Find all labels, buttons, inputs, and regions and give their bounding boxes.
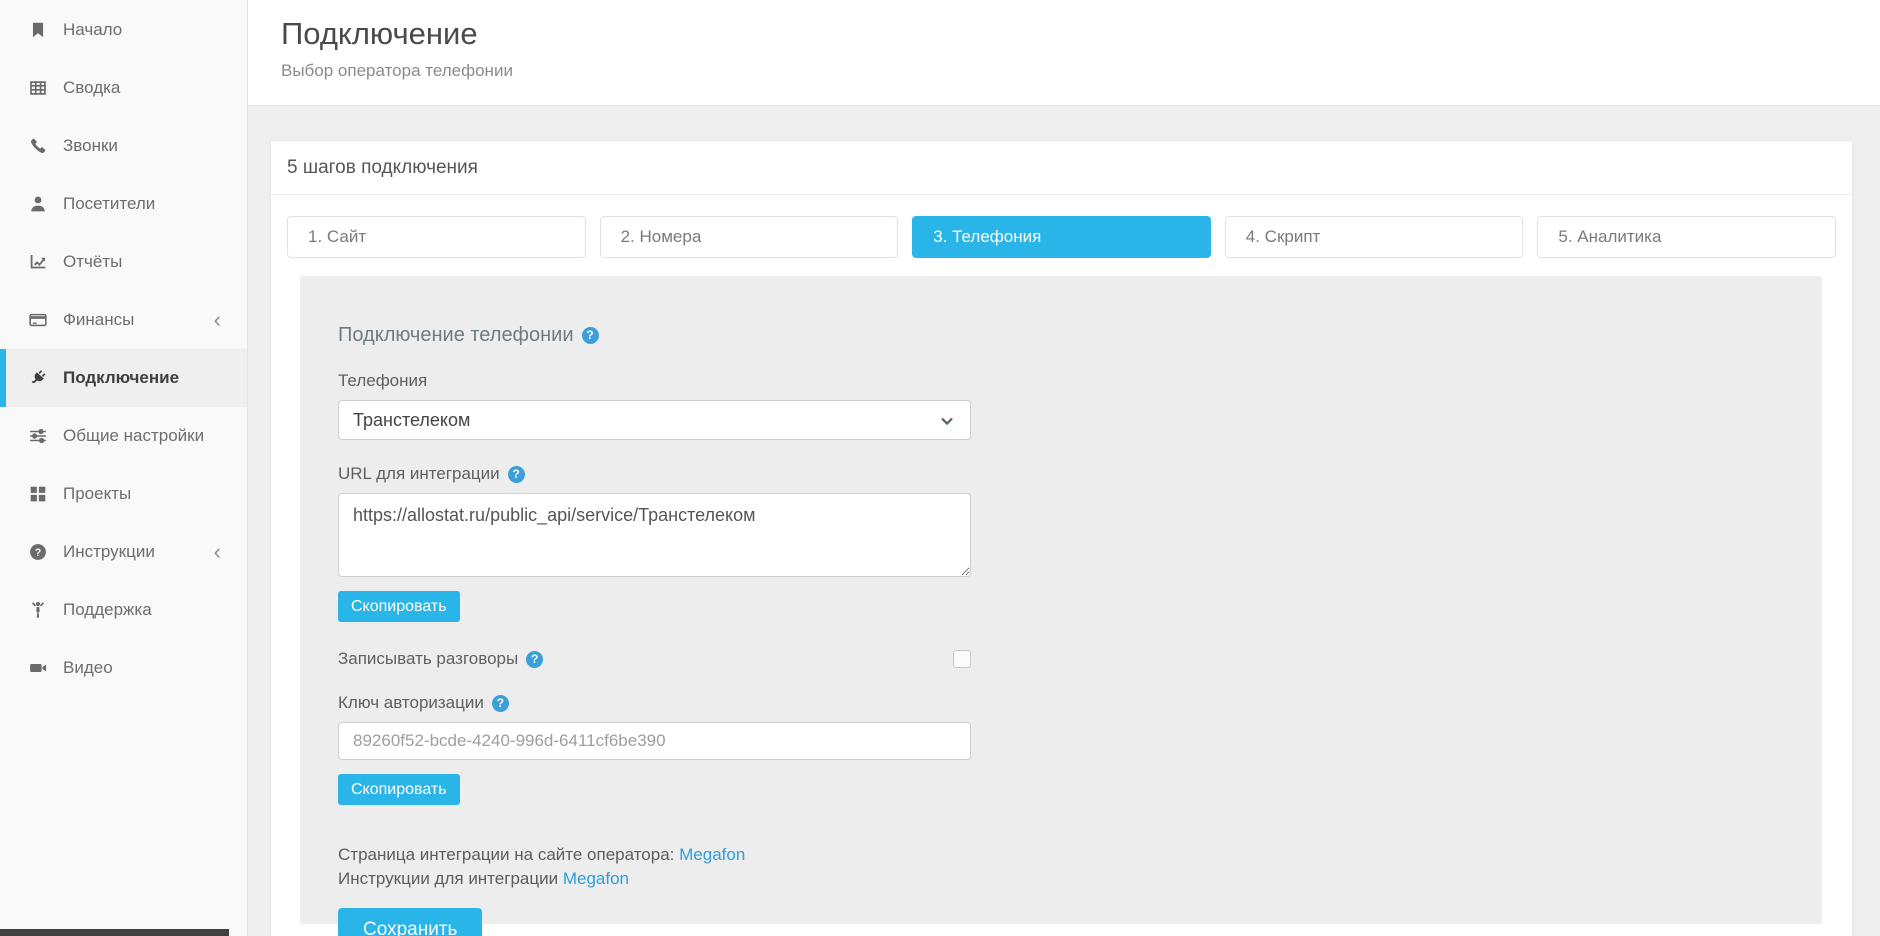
record-calls-row: Записывать разговоры ? xyxy=(338,649,971,669)
help-icon[interactable]: ? xyxy=(526,651,543,668)
sidebar-item-label: Подключение xyxy=(63,368,179,388)
section-title: Подключение телефонии ? xyxy=(338,324,1822,347)
sidebar-item-projects[interactable]: Проекты xyxy=(0,465,247,523)
tab-site[interactable]: 1. Сайт xyxy=(287,216,586,258)
url-label: URL для интеграции ? xyxy=(338,464,1822,484)
chart-line-icon xyxy=(28,252,48,272)
sidebar-item-label: Видео xyxy=(63,658,113,678)
telephony-label: Телефония xyxy=(338,371,1822,391)
sidebar: Начало Сводка Звонки Посетители Отчёты xyxy=(0,0,248,936)
svg-text:?: ? xyxy=(35,547,42,559)
tab-telephony[interactable]: 3. Телефония xyxy=(912,216,1211,258)
sidebar-item-label: Общие настройки xyxy=(63,426,204,446)
support-person-icon xyxy=(28,600,48,620)
video-camera-icon xyxy=(28,658,48,678)
sidebar-item-video[interactable]: Видео xyxy=(0,639,247,697)
user-icon xyxy=(28,194,48,214)
help-icon[interactable]: ? xyxy=(492,695,509,712)
sidebar-item-home[interactable]: Начало xyxy=(0,1,247,59)
instructions-link[interactable]: Megafon xyxy=(563,869,629,888)
tab-script[interactable]: 4. Скрипт xyxy=(1225,216,1524,258)
tab-numbers[interactable]: 2. Номера xyxy=(600,216,899,258)
chevron-down-icon xyxy=(938,412,956,435)
save-button[interactable]: Сохранить xyxy=(338,908,482,936)
auth-key-input[interactable] xyxy=(338,722,971,760)
wizard-card-title: 5 шагов подключения xyxy=(271,141,1852,195)
app-root: Начало Сводка Звонки Посетители Отчёты xyxy=(0,0,1880,936)
page-header: Подключение Выбор оператора телефонии xyxy=(248,0,1880,106)
help-icon[interactable]: ? xyxy=(508,466,525,483)
phone-icon xyxy=(28,136,48,156)
sidebar-item-label: Проекты xyxy=(63,484,131,504)
sidebar-item-support[interactable]: Поддержка xyxy=(0,581,247,639)
sidebar-item-reports[interactable]: Отчёты xyxy=(0,233,247,291)
integration-url-textarea[interactable]: https://allostat.ru/public_api/service/Т… xyxy=(338,493,971,577)
sliders-icon xyxy=(28,426,48,446)
operator-links: Страница интеграции на сайте оператора: … xyxy=(338,843,1822,891)
plug-icon xyxy=(28,368,48,388)
tab-analytics[interactable]: 5. Аналитика xyxy=(1537,216,1836,258)
sidebar-bottom-bar xyxy=(0,929,229,936)
page-subtitle: Выбор оператора телефонии xyxy=(281,61,1880,81)
help-icon[interactable]: ? xyxy=(582,327,599,344)
sidebar-item-label: Посетители xyxy=(63,194,155,214)
sidebar-item-summary[interactable]: Сводка xyxy=(0,59,247,117)
main-area: Подключение Выбор оператора телефонии 5 … xyxy=(248,0,1880,936)
sidebar-item-label: Финансы xyxy=(63,310,134,330)
record-calls-checkbox[interactable] xyxy=(953,650,971,668)
operator-page-link[interactable]: Megafon xyxy=(679,845,745,864)
telephony-panel: Подключение телефонии ? Телефония Транст… xyxy=(300,276,1822,924)
sidebar-item-calls[interactable]: Звонки xyxy=(0,117,247,175)
auth-key-label: Ключ авторизации ? xyxy=(338,693,1822,713)
sidebar-item-label: Поддержка xyxy=(63,600,152,620)
bookmark-icon xyxy=(28,20,48,40)
credit-card-icon xyxy=(28,310,48,330)
sidebar-item-label: Сводка xyxy=(63,78,120,98)
telephony-select[interactable]: Транстелеком xyxy=(338,400,971,440)
sidebar-item-label: Звонки xyxy=(63,136,118,156)
sidebar-item-general-settings[interactable]: Общие настройки xyxy=(0,407,247,465)
sidebar-item-visitors[interactable]: Посетители xyxy=(0,175,247,233)
grid-icon xyxy=(28,484,48,504)
copy-url-button[interactable]: Скопировать xyxy=(338,591,460,622)
section-title-text: Подключение телефонии xyxy=(338,324,574,347)
sidebar-item-label: Отчёты xyxy=(63,252,122,272)
page-title: Подключение xyxy=(281,16,1880,52)
chevron-collapse-icon[interactable]: ‹ xyxy=(214,309,221,331)
table-icon xyxy=(28,78,48,98)
content-background: 5 шагов подключения 1. Сайт 2. Номера 3.… xyxy=(248,106,1880,936)
wizard-steps: 1. Сайт 2. Номера 3. Телефония 4. Скрипт… xyxy=(287,216,1836,258)
sidebar-item-instructions[interactable]: ? Инструкции ‹ xyxy=(0,523,247,581)
telephony-select-value: Транстелеком xyxy=(353,410,470,431)
copy-key-button[interactable]: Скопировать xyxy=(338,774,460,805)
question-circle-icon: ? xyxy=(28,542,48,562)
sidebar-item-finances[interactable]: Финансы ‹ xyxy=(0,291,247,349)
sidebar-item-connection[interactable]: Подключение xyxy=(0,349,247,407)
instructions-line: Инструкции для интеграции Megafon xyxy=(338,867,1822,891)
sidebar-item-label: Инструкции xyxy=(63,542,155,562)
sidebar-item-label: Начало xyxy=(63,20,122,40)
chevron-collapse-icon[interactable]: ‹ xyxy=(214,541,221,563)
operator-page-line: Страница интеграции на сайте оператора: … xyxy=(338,843,1822,867)
wizard-card: 5 шагов подключения 1. Сайт 2. Номера 3.… xyxy=(270,140,1853,936)
record-calls-label: Записывать разговоры ? xyxy=(338,649,543,669)
